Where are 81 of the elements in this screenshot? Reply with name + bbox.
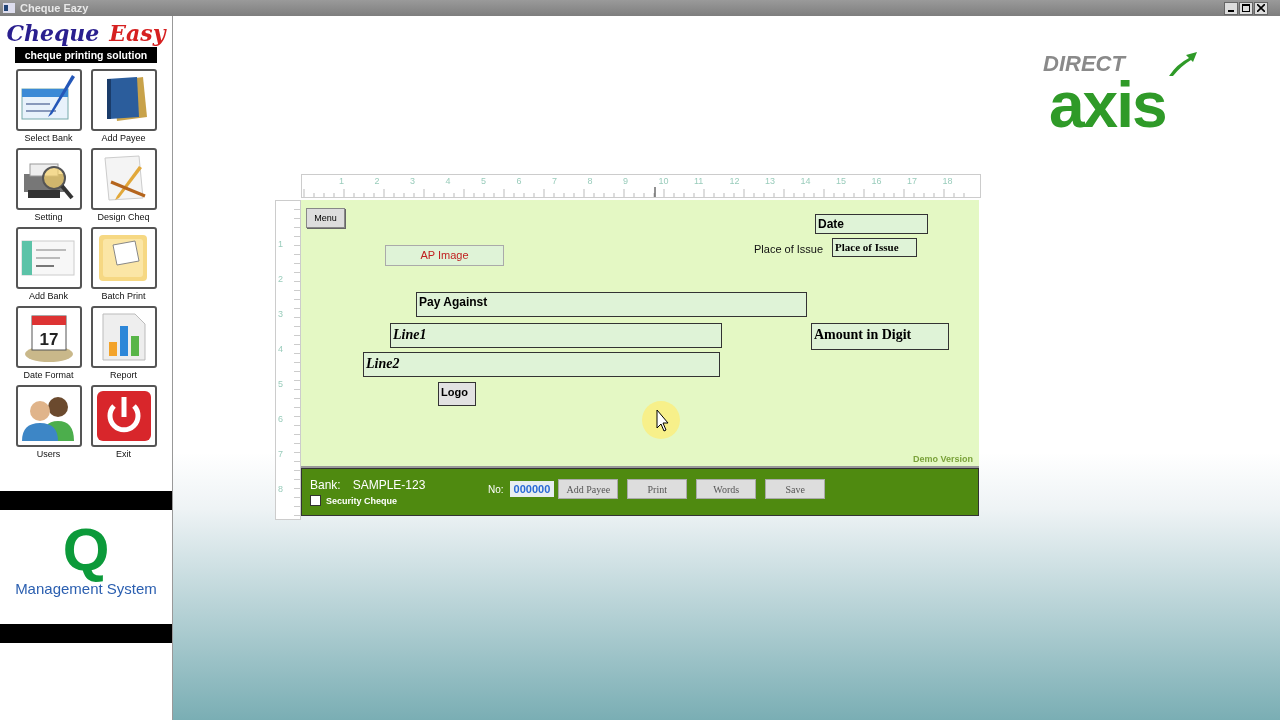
swoosh-icon [1167, 52, 1197, 76]
cheque-field[interactable]: Logo [438, 382, 476, 406]
tile-label: Add Payee [101, 132, 146, 145]
ruler-number: 13 [765, 176, 775, 186]
cheque-field[interactable]: Place of Issue [832, 238, 917, 257]
cheque-field[interactable]: AP Image [385, 245, 504, 266]
ruler-number: 14 [800, 176, 811, 186]
demo-version-label: Demo Version [912, 454, 973, 464]
checkbox-label: Security Cheque [326, 495, 398, 506]
ruler-number: 15 [836, 176, 846, 186]
menu-button[interactable]: Menu [306, 208, 345, 228]
ruler-number: 7 [552, 176, 557, 186]
app-icon [3, 3, 15, 13]
window-title: Cheque Eazy [20, 2, 89, 14]
ruler-number: 2 [278, 274, 283, 284]
tile-button[interactable] [90, 306, 157, 368]
ruler-number: 8 [278, 484, 283, 494]
ruler-number: 7 [278, 449, 283, 459]
minimize-button[interactable] [1224, 1, 1238, 15]
ruler-number: 6 [516, 176, 522, 186]
ruler-number: 10 [658, 176, 669, 186]
cursor-highlight-drawing [641, 400, 681, 440]
tile-button[interactable] [15, 148, 82, 210]
maximize-button[interactable] [1239, 1, 1253, 15]
tile-button[interactable] [90, 69, 157, 131]
tile-label: Batch Print [101, 290, 146, 303]
number-label: No: [488, 483, 504, 495]
ruler-number: 8 [587, 176, 593, 186]
tile-label: Date Format [23, 369, 74, 382]
tile-label: Exit [116, 448, 131, 461]
ruler-number: 16 [871, 176, 882, 186]
number-field[interactable]: 000000 [509, 481, 555, 497]
cheque-field[interactable]: Line2 [363, 352, 720, 377]
ruler-number: 9 [623, 176, 628, 186]
toolbar-button[interactable]: Save [765, 479, 826, 499]
close-button[interactable] [1254, 1, 1268, 15]
cheque-field[interactable]: Date [815, 214, 928, 234]
bank-label: Bank: [310, 478, 341, 492]
cheque-field[interactable]: Pay Against [416, 292, 807, 317]
toolbar-button[interactable]: Print [627, 479, 688, 499]
tile-label: Setting [34, 211, 63, 224]
bank-value: SAMPLE-123 [352, 478, 426, 492]
logo-tagline: cheque printing solution [15, 47, 157, 63]
brand-logo-top: DIRECT [1043, 52, 1125, 76]
ruler-number: 3 [278, 309, 283, 319]
ruler-number: 18 [942, 176, 953, 186]
power-icon [94, 389, 153, 443]
tile-button[interactable] [15, 385, 82, 447]
toolbar-button[interactable]: Words [696, 479, 757, 499]
brand-logo-bottom: axis [1049, 76, 1166, 134]
tile-label: Add Bank [29, 290, 68, 303]
tile-button[interactable] [15, 227, 82, 289]
cheque-field[interactable]: Line1 [390, 323, 722, 348]
tile-button[interactable] [90, 148, 157, 210]
tile-label: Report [110, 369, 137, 382]
security-cheque-checkbox[interactable] [310, 495, 321, 506]
ruler-number: 5 [481, 176, 486, 186]
tile-button[interactable] [15, 69, 82, 131]
toolbar-button[interactable]: Add Payee [558, 479, 619, 499]
tile-label: Design Cheq [97, 211, 150, 224]
tile-label: Users [36, 448, 61, 461]
q-logo: Q [62, 516, 110, 584]
place-of-issue-label: Place of Issue [754, 243, 824, 255]
ruler-number: 1 [278, 239, 283, 249]
ruler-number: 11 [694, 176, 704, 186]
maximize-icon [1242, 4, 1250, 12]
ruler-number: 3 [410, 176, 415, 186]
exit-button[interactable] [90, 385, 157, 447]
ruler-number: 4 [445, 176, 451, 186]
tile-button[interactable] [90, 227, 157, 289]
ruler-number: 17 [907, 176, 917, 186]
ruler-number: 4 [278, 344, 283, 354]
ruler-number: 6 [278, 414, 283, 424]
tile-label: Select Bank [24, 132, 73, 145]
ruler-number: 5 [278, 379, 283, 389]
close-icon [1257, 4, 1265, 12]
ruler-number: 2 [374, 176, 380, 186]
ruler-number: 12 [729, 176, 740, 186]
cheque-field[interactable]: Amount in Digit [811, 323, 949, 350]
app-logo: Cheque Easy [6, 20, 166, 46]
ruler-number: 1 [339, 176, 344, 186]
